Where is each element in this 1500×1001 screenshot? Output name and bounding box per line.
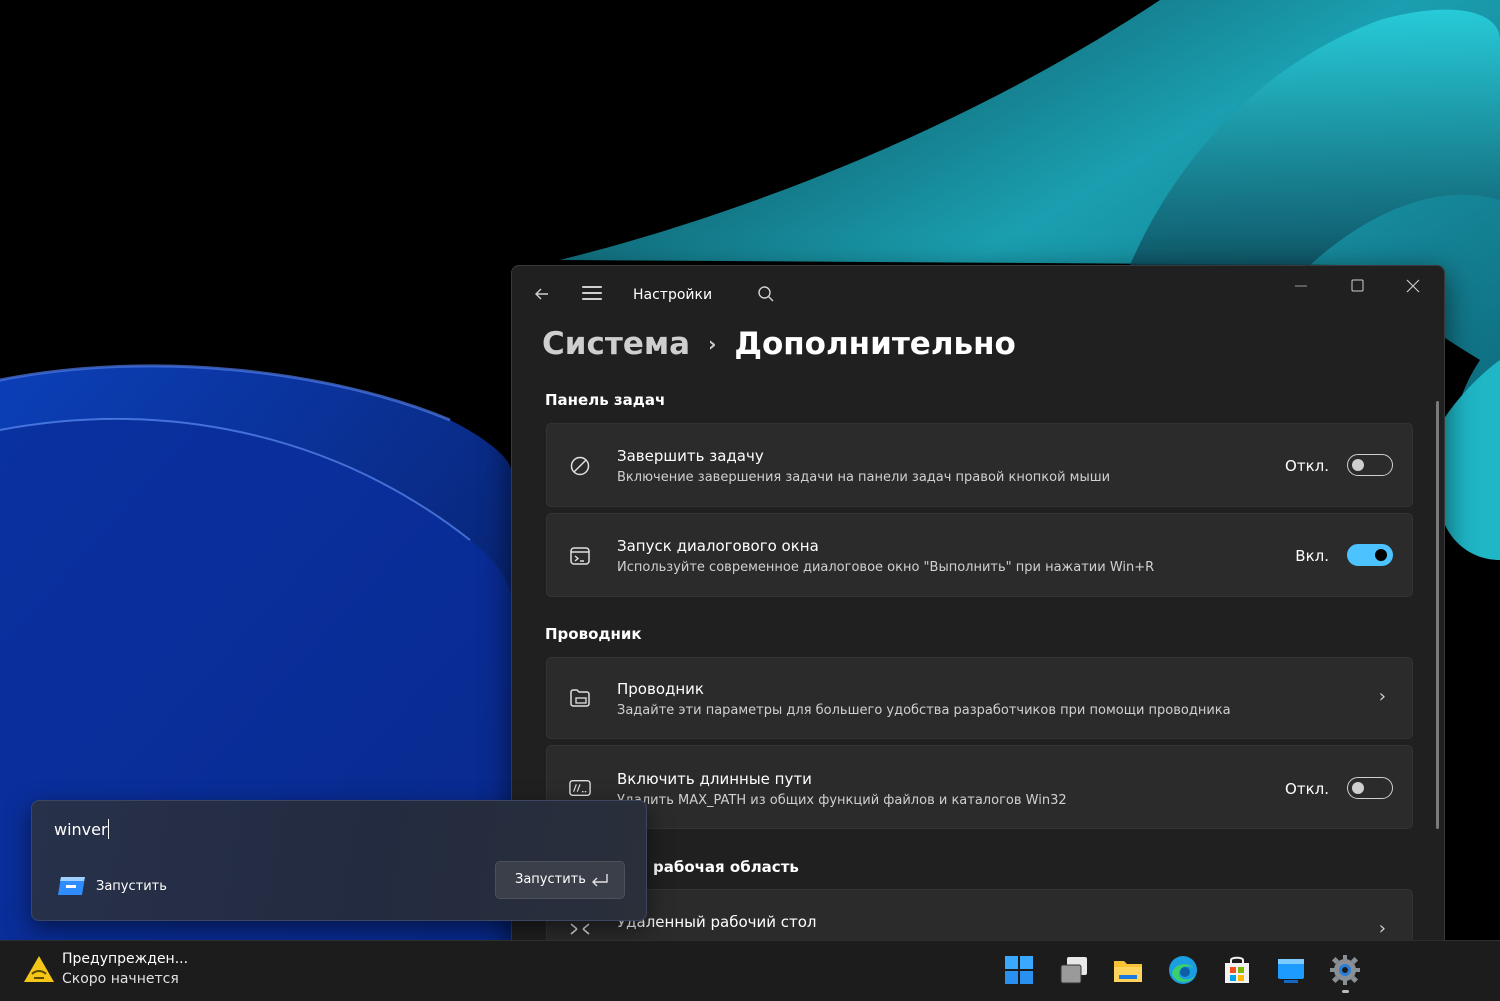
hamburger-menu-button[interactable]: [582, 286, 602, 302]
close-button[interactable]: [1390, 272, 1436, 302]
minimize-button[interactable]: [1278, 272, 1324, 302]
run-input-value: winver: [54, 820, 108, 839]
run-dialog: winver Запустить Запустить: [31, 800, 647, 921]
setting-title: Удаленный рабочий стол: [617, 913, 817, 931]
warning-icon[interactable]: [22, 954, 56, 984]
setting-title: Запуск диалогового окна: [617, 537, 819, 555]
minimize-icon: [1295, 285, 1307, 287]
setting-title: Проводник: [617, 680, 704, 698]
section-heading-workspace: рабочая область: [653, 858, 799, 876]
back-button[interactable]: [532, 284, 552, 304]
setting-run-dialog: Запуск диалогового окна Используйте совр…: [546, 513, 1413, 597]
search-button[interactable]: [757, 285, 775, 303]
run-button-label: Запустить: [515, 872, 586, 887]
block-icon: [570, 456, 590, 476]
breadcrumb-separator: ›: [708, 332, 717, 356]
app-title: Настройки: [633, 287, 713, 303]
setting-end-task: Завершить задачу Включение завершения за…: [546, 423, 1413, 507]
setting-description: Включение завершения задачи на панели за…: [617, 470, 1111, 485]
store-icon[interactable]: [1220, 953, 1254, 987]
scrollbar[interactable]: [1436, 401, 1439, 829]
setting-long-paths: Включить длинные пути Удалить MAX_PATH и…: [546, 745, 1413, 829]
setting-title: Включить длинные пути: [617, 770, 812, 788]
chevron-right-icon: ›: [1378, 918, 1386, 939]
run-dialog-toggle[interactable]: [1347, 544, 1393, 566]
section-heading-taskbar: Панель задач: [545, 391, 666, 409]
setting-title: Завершить задачу: [617, 447, 764, 465]
setting-description: Задайте эти параметры для большего удобс…: [617, 703, 1231, 718]
breadcrumb-parent[interactable]: Система: [542, 326, 690, 362]
toggle-state-label: Откл.: [1285, 780, 1329, 798]
run-app-icon: [58, 877, 85, 895]
setting-description: Используйте современное диалоговое окно …: [617, 560, 1155, 575]
notification-subtitle: Скоро начнется: [62, 971, 179, 987]
windows-start-icon[interactable]: [1002, 953, 1036, 987]
setting-explorer[interactable]: Проводник Задайте эти параметры для боль…: [546, 657, 1413, 739]
back-arrow-icon: [535, 288, 548, 300]
text-caret: [107, 819, 109, 839]
taskbar: Предупрежден... Скоро начнется: [0, 940, 1500, 1001]
toggle-state-label: Вкл.: [1295, 547, 1329, 565]
run-button[interactable]: Запустить: [495, 861, 625, 899]
settings-window: Настройки Система › Дополнительно Панель з…: [511, 265, 1445, 967]
long-paths-toggle[interactable]: [1347, 777, 1393, 799]
end-task-toggle[interactable]: [1347, 454, 1393, 476]
toggle-state-label: Откл.: [1285, 457, 1329, 475]
terminal-icon: [570, 547, 590, 565]
app-window-icon[interactable]: [1274, 953, 1308, 987]
setting-description: Удалить MAX_PATH из общих функций файлов…: [617, 793, 1067, 808]
breadcrumb: Система › Дополнительно: [542, 324, 1016, 374]
notification-title[interactable]: Предупрежден...: [62, 951, 188, 967]
close-icon: [1406, 279, 1420, 293]
chevron-right-icon: ›: [1378, 686, 1386, 707]
settings-gear-icon[interactable]: [1328, 953, 1362, 987]
maximize-button[interactable]: [1334, 272, 1380, 302]
title-bar: Настройки: [512, 266, 1444, 324]
section-heading-explorer: Проводник: [545, 625, 642, 643]
active-app-indicator: [1342, 990, 1349, 993]
run-input[interactable]: winver: [54, 819, 109, 839]
edge-icon[interactable]: [1166, 953, 1200, 987]
search-icon: [758, 286, 774, 302]
page-title: Дополнительно: [734, 326, 1016, 362]
run-suggestion-label[interactable]: Запустить: [96, 879, 167, 894]
long-path-icon: [569, 779, 591, 797]
enter-key-icon: [592, 874, 608, 887]
folder-icon: [570, 689, 590, 707]
file-explorer-icon[interactable]: [1111, 953, 1145, 987]
task-view-icon[interactable]: [1057, 953, 1091, 987]
remote-desktop-icon: [570, 923, 590, 935]
maximize-icon: [1351, 279, 1364, 292]
